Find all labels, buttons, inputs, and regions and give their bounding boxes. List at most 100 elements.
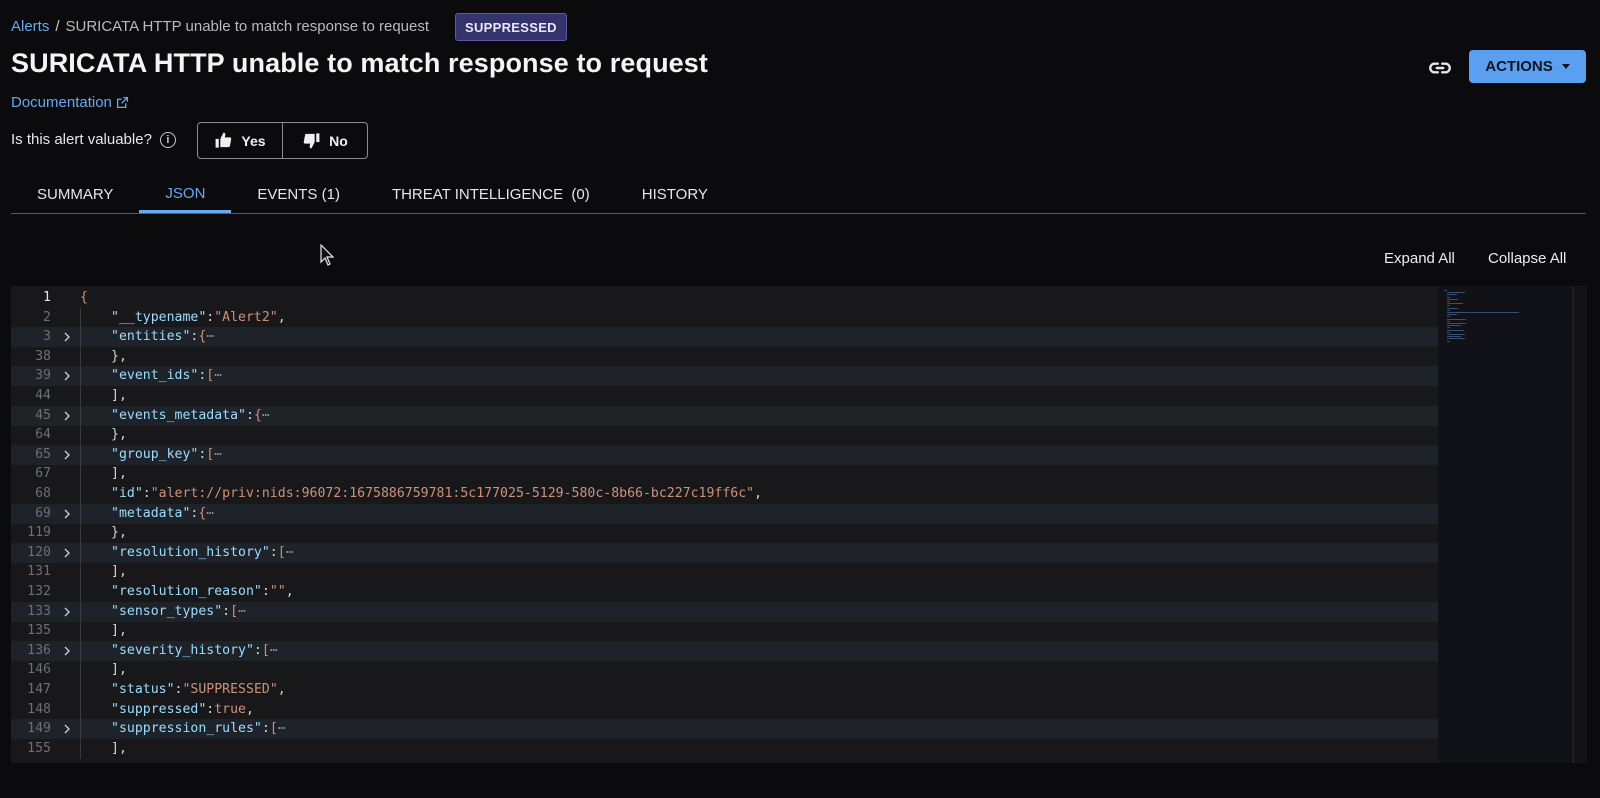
indent-guide [80,444,81,465]
chevron-right-icon[interactable] [61,543,75,563]
actions-button[interactable]: ACTIONS [1469,50,1586,83]
tab-summary[interactable]: SUMMARY [11,176,139,213]
json-line[interactable]: 2 "__typename":"Alert2", [11,307,1438,328]
minimap-line [1447,307,1458,309]
json-key: "resolution_reason" [111,584,262,599]
editor-scrollbar[interactable] [1573,286,1587,763]
indent-guide [80,346,81,367]
json-line[interactable]: 133 "sensor_types":[⋯ [11,601,1438,622]
json-colon: : [222,603,231,619]
json-line[interactable]: 69 "metadata":{⋯ [11,503,1438,524]
tab-json[interactable]: JSON [139,176,232,213]
chevron-right-icon[interactable] [61,366,75,386]
json-line[interactable]: 45 "events_metadata":{⋯ [11,405,1438,426]
chevron-right-icon[interactable] [61,719,75,739]
thumbs-down-icon [303,133,320,149]
indent-guide [80,640,81,661]
yes-button[interactable]: Yes [198,123,282,158]
line-number: 149 [27,721,51,737]
status-badge: SUPPRESSED [455,13,567,41]
indent-guide [80,327,81,348]
json-open-bracket: { [253,407,262,423]
indent-guide [80,738,81,759]
minimap-line [1447,334,1465,335]
code-text: "resolution_history":[⋯ [111,543,294,563]
json-line[interactable]: 136 "severity_history":[⋯ [11,640,1438,661]
json-close-bracket: ], [111,388,127,403]
json-line[interactable]: 38}, [11,346,1438,367]
chevron-right-icon[interactable] [61,641,75,661]
code-text: "event_ids":[⋯ [111,366,222,386]
chevron-right-icon[interactable] [61,445,75,465]
json-line[interactable]: 120 "resolution_history":[⋯ [11,542,1438,563]
copy-link-icon[interactable] [1427,55,1453,81]
ellipsis-icon: ⋯ [206,505,215,521]
json-editor[interactable]: 1{2 "__typename":"Alert2", 3 "entities":{⋯ 3… [11,286,1587,763]
json-line[interactable]: 146], [11,660,1438,681]
json-close-bracket: }, [111,525,127,541]
chevron-right-icon[interactable] [61,602,75,622]
json-line[interactable]: 149 "suppression_rules":[⋯ [11,719,1438,740]
json-colon: : [253,642,262,658]
chevron-right-icon[interactable] [61,327,75,347]
minimap-line [1447,301,1450,302]
indent-guide [80,386,81,406]
json-line[interactable]: 65 "group_key":[⋯ [11,444,1438,465]
json-key: "events_metadata" [111,407,246,423]
expand-all-button[interactable]: Expand All [1384,250,1455,267]
json-line[interactable]: 155], [11,738,1438,759]
json-value: "SUPPRESSED" [182,682,278,697]
tab-threat-intelligence[interactable]: THREAT INTELLIGENCE (0) [366,176,616,213]
line-number: 45 [35,407,51,423]
minimap-line [1447,325,1461,327]
code-text: "suppressed":true, [111,700,254,720]
tab-history[interactable]: HISTORY [616,176,734,213]
minimap-line [1447,318,1466,320]
code-text: ], [111,621,127,641]
chevron-right-icon[interactable] [61,504,75,524]
minimap[interactable] [1438,286,1572,763]
valuable-label: Is this alert valuable? [11,131,152,148]
json-open-bracket: [ [230,603,239,619]
json-line[interactable]: 67], [11,464,1438,485]
minimap-line [1447,320,1450,322]
json-line[interactable]: 148 "suppressed":true, [11,699,1438,720]
json-key: "id" [111,486,143,501]
code-text: "entities":{⋯ [111,327,214,347]
json-line[interactable]: 135], [11,621,1438,642]
json-line[interactable]: 132 "resolution_reason":"", [11,582,1438,602]
indent-guide [80,523,81,544]
ellipsis-icon: ⋯ [214,446,223,462]
no-button[interactable]: No [282,123,367,158]
json-line[interactable]: 39 "event_ids":[⋯ [11,366,1438,387]
json-comma: , [754,486,763,501]
code-text: "__typename":"Alert2", [111,308,286,328]
minimap-line [1447,292,1465,294]
chevron-right-icon[interactable] [61,406,75,426]
documentation-label: Documentation [11,94,112,111]
json-line[interactable]: 68 "id":"alert://priv:nids:96072:16758867… [11,484,1438,504]
code-area[interactable]: 1{2 "__typename":"Alert2", 3 "entities":{⋯ 3… [11,286,1438,763]
code-text: ], [111,660,127,680]
documentation-link[interactable]: Documentation [11,94,129,111]
json-line[interactable]: 131], [11,562,1438,583]
json-line[interactable]: 147 "status":"SUPPRESSED", [11,680,1438,700]
json-line[interactable]: 3 "entities":{⋯ [11,327,1438,348]
json-line[interactable]: 119}, [11,523,1438,544]
json-line[interactable]: 44], [11,386,1438,406]
indent-guide [80,307,81,328]
json-key: "status" [111,682,175,697]
code-text: "resolution_reason":"", [111,582,294,602]
indent-guide [80,542,81,563]
line-number: 120 [27,544,51,560]
tab-events[interactable]: EVENTS (1) [231,176,366,213]
collapse-all-button[interactable]: Collapse All [1488,250,1566,267]
breadcrumb-alerts-link[interactable]: Alerts [11,18,49,35]
page-title: SURICATA HTTP unable to match response t… [11,48,708,78]
code-text: "suppression_rules":[⋯ [111,719,286,739]
json-line[interactable]: 1{ [11,288,1438,308]
indent-guide [80,366,81,387]
info-icon[interactable]: i [159,131,176,148]
line-number: 133 [27,603,51,619]
json-line[interactable]: 64}, [11,425,1438,446]
